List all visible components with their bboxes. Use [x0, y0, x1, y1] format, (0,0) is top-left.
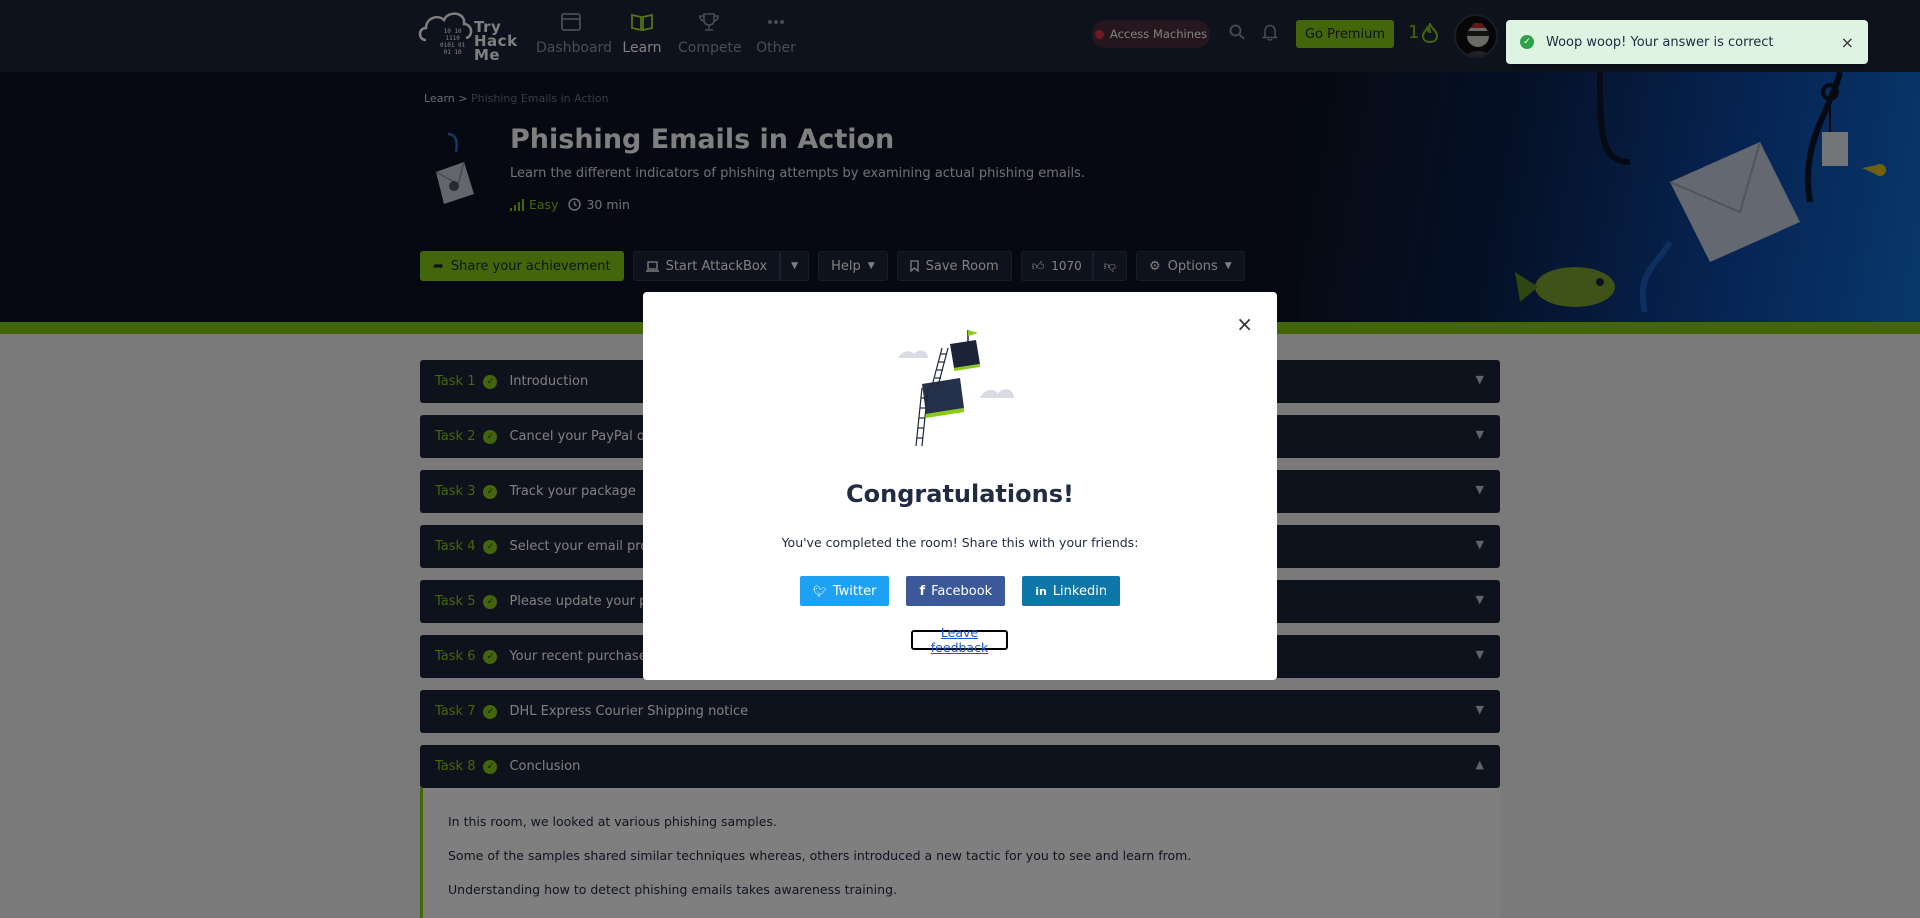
modal-title: Congratulations!: [846, 480, 1074, 508]
modal-subtitle: You've completed the room! Share this wi…: [781, 535, 1139, 550]
close-toast-icon[interactable]: ×: [1841, 33, 1854, 52]
facebook-share-button[interactable]: f Facebook: [906, 576, 1006, 606]
close-modal-icon[interactable]: ×: [1236, 312, 1253, 336]
linkedin-share-button[interactable]: in Linkedin: [1022, 576, 1121, 606]
congratulations-modal: × Congratulations! You've completed the …: [643, 292, 1277, 680]
completion-illustration: [898, 328, 1028, 448]
check-circle-icon: ✓: [1520, 35, 1534, 49]
success-toast: ✓ Woop woop! Your answer is correct ×: [1506, 20, 1868, 64]
facebook-icon: f: [919, 583, 926, 599]
leave-feedback-link[interactable]: Leave feedback: [911, 625, 1008, 655]
twitter-icon: 🐦︎: [812, 584, 827, 598]
share-buttons: 🐦︎ Twitter f Facebook in Linkedin: [643, 576, 1277, 606]
linkedin-icon: in: [1035, 584, 1047, 598]
twitter-share-button[interactable]: 🐦︎ Twitter: [799, 576, 890, 606]
